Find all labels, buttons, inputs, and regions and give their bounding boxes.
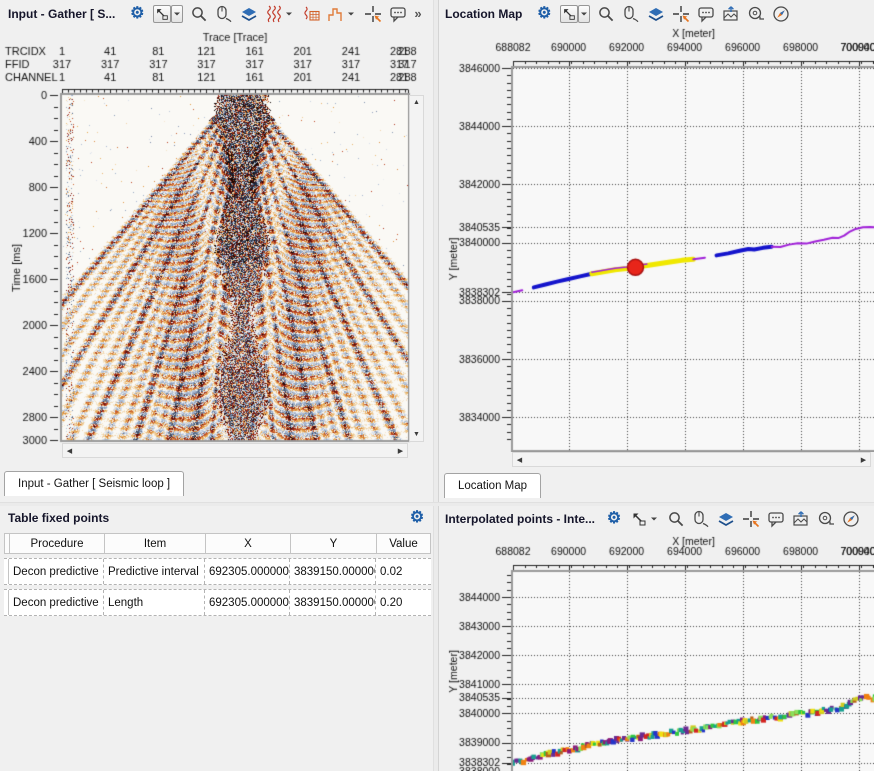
dropdown-caret-icon[interactable]	[345, 5, 357, 23]
zoom-icon[interactable]	[667, 510, 685, 528]
column-header-x: X	[206, 534, 291, 553]
cell-item: Length	[104, 590, 205, 615]
layers-icon[interactable]	[717, 510, 735, 528]
zoom-icon[interactable]	[190, 5, 208, 23]
cell-item: Predictive interval	[104, 559, 205, 584]
panel-seismic: Input - Gather [ S... ⚙	[0, 0, 433, 502]
location-map-panel-header: Location Map ⚙	[437, 0, 874, 27]
column-header-item: Item	[105, 534, 206, 553]
measure-tape-icon[interactable]	[747, 5, 765, 23]
settings-gear-icon[interactable]: ⚙	[535, 5, 553, 23]
seismic-vertical-scrollbar[interactable]: ▲ ▼	[409, 95, 424, 442]
comment-bubble-icon[interactable]	[697, 5, 715, 23]
scroll-right-button[interactable]: ▶	[394, 444, 407, 457]
panel-location-map: Location Map ⚙	[437, 0, 874, 502]
interpolated-toolbar: ⚙	[605, 510, 860, 528]
cell-procedure: Decon predictive	[9, 559, 104, 584]
compass-icon[interactable]	[772, 5, 790, 23]
panel-title: Interpolated points - Inte...	[437, 512, 595, 526]
interpolated-points-plot[interactable]	[437, 532, 874, 771]
select-expand-icon[interactable]	[560, 5, 578, 23]
location-map-plot[interactable]	[437, 27, 874, 452]
comment-bubble-icon[interactable]	[389, 5, 407, 23]
cell-value: 0.02	[376, 559, 431, 584]
tab-location-map[interactable]: Location Map	[444, 473, 541, 498]
vertical-splitter[interactable]	[433, 0, 439, 771]
panel-table-fixed-points: Table fixed points ⚙ Procedure Item X Y …	[0, 505, 433, 771]
wiggle-display-icon[interactable]	[265, 5, 283, 23]
cell-x: 692305.000000	[205, 559, 290, 584]
tab-input-gather[interactable]: Input - Gather [ Seismic loop ]	[4, 471, 184, 496]
select-expand-icon[interactable]	[153, 5, 171, 23]
settings-gear-icon[interactable]: ⚙	[605, 510, 623, 528]
seismic-toolbar: ⚙	[128, 5, 421, 23]
select-expand-icon[interactable]	[630, 510, 648, 528]
toolbar-overflow-icon[interactable]: »	[414, 5, 421, 23]
panel-title: Input - Gather [ S...	[0, 7, 115, 21]
dropdown-caret-icon[interactable]	[283, 5, 295, 23]
table-row[interactable]: Decon predictive Length 692305.000000 38…	[4, 589, 431, 616]
seismic-gather-plot[interactable]	[0, 28, 433, 458]
cell-value: 0.20	[376, 590, 431, 615]
scroll-track[interactable]	[410, 109, 423, 428]
mouse-pick-icon[interactable]	[692, 510, 710, 528]
measure-tape-icon[interactable]	[817, 510, 835, 528]
header-table-icon[interactable]	[302, 5, 320, 23]
column-header-procedure: Procedure	[10, 534, 105, 553]
mouse-pick-icon[interactable]	[622, 5, 640, 23]
settings-gear-icon[interactable]: ⚙	[408, 509, 426, 527]
compass-icon[interactable]	[842, 510, 860, 528]
zoom-icon[interactable]	[597, 5, 615, 23]
table-row[interactable]: Decon predictive Predictive interval 692…	[4, 558, 431, 585]
scroll-right-button[interactable]: ▶	[857, 453, 870, 466]
location-map-horizontal-scrollbar[interactable]: ◀ ▶	[512, 452, 871, 467]
cell-x: 692305.000000	[205, 590, 290, 615]
fixed-points-table: Procedure Item X Y Value Decon predictiv…	[4, 533, 431, 616]
horizontal-splitter[interactable]	[0, 502, 874, 506]
scroll-left-button[interactable]: ◀	[63, 444, 76, 457]
scroll-left-button[interactable]: ◀	[513, 453, 526, 466]
cell-y: 3839150.000000	[290, 559, 376, 584]
cell-procedure: Decon predictive	[9, 590, 104, 615]
layers-icon[interactable]	[647, 5, 665, 23]
comment-bubble-icon[interactable]	[767, 510, 785, 528]
amplitude-histogram-icon[interactable]	[327, 5, 345, 23]
scroll-down-button[interactable]: ▼	[410, 428, 423, 441]
table-header-row: Procedure Item X Y Value	[4, 533, 431, 554]
location-map-toolbar: ⚙	[535, 5, 790, 23]
panel-interpolated-points: Interpolated points - Inte... ⚙	[437, 505, 874, 771]
panel-title: Table fixed points	[0, 511, 109, 525]
export-image-icon[interactable]	[722, 5, 740, 23]
layers-icon[interactable]	[240, 5, 258, 23]
fixed-points-panel-header: Table fixed points ⚙	[0, 505, 433, 531]
dropdown-caret-icon[interactable]	[648, 510, 660, 528]
pick-crosshair-icon[interactable]	[742, 510, 760, 528]
scroll-up-button[interactable]: ▲	[410, 96, 423, 109]
settings-gear-icon[interactable]: ⚙	[128, 5, 146, 23]
pick-crosshair-icon[interactable]	[672, 5, 690, 23]
export-image-icon[interactable]	[792, 510, 810, 528]
interpolated-panel-header: Interpolated points - Inte... ⚙	[437, 505, 874, 532]
cell-y: 3839150.000000	[290, 590, 376, 615]
dropdown-caret-icon[interactable]	[578, 5, 590, 23]
column-header-y: Y	[291, 534, 377, 553]
panel-title: Location Map	[437, 7, 522, 21]
scroll-track[interactable]	[76, 444, 394, 457]
seismic-panel-header: Input - Gather [ S... ⚙	[0, 0, 433, 27]
pick-crosshair-icon[interactable]	[364, 5, 382, 23]
mouse-pick-icon[interactable]	[215, 5, 233, 23]
scroll-track[interactable]	[526, 453, 857, 466]
application-window: Input - Gather [ S... ⚙	[0, 0, 874, 771]
dropdown-caret-icon[interactable]	[171, 5, 183, 23]
column-header-value: Value	[377, 534, 430, 553]
seismic-horizontal-scrollbar[interactable]: ◀ ▶	[62, 443, 408, 458]
